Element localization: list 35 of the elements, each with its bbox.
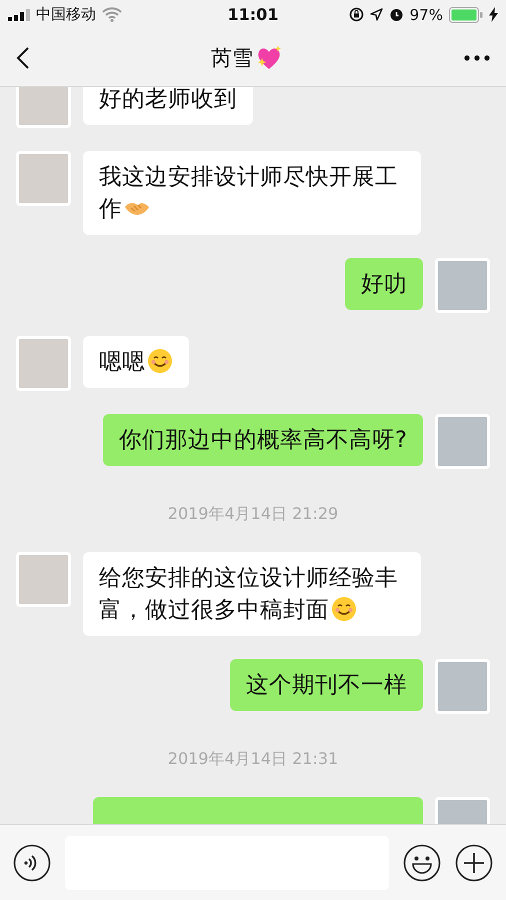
charging-bolt-icon	[488, 7, 498, 22]
wifi-icon	[102, 7, 122, 22]
add-button[interactable]	[455, 844, 493, 882]
message-bubble: 好叻	[345, 258, 423, 310]
rotation-lock-icon	[348, 7, 364, 22]
avatar-photo-placeholder[interactable]	[16, 552, 71, 607]
alarm-clock-icon	[388, 7, 404, 22]
voice-button[interactable]	[13, 844, 51, 882]
avatar-photo-placeholder[interactable]	[16, 87, 71, 128]
message-bubble: 你们那边中的概率高不高呀?	[103, 414, 423, 466]
avatar-photo-placeholder[interactable]	[435, 414, 490, 469]
chat-title: 芮雪	[211, 44, 253, 72]
sparkling-heart-icon	[255, 44, 283, 70]
avatar-photo-placeholder[interactable]	[16, 151, 71, 206]
smiling-face-icon	[331, 596, 357, 622]
avatar-photo-placeholder[interactable]	[435, 258, 490, 313]
avatar-photo-placeholder[interactable]	[16, 336, 71, 391]
battery-percent: 97%	[410, 6, 443, 24]
signal-icon	[8, 8, 30, 20]
clock-time: 11:01	[228, 5, 278, 24]
message-bubble: 好的老师收到	[83, 87, 253, 125]
message-bubble: 嗯嗯	[83, 336, 189, 388]
battery-icon	[448, 6, 483, 22]
message-bubble: 给您安排的这位设计师经验丰富，做过很多中稿封面	[83, 552, 421, 636]
message-bubble: 这个期刊不一样	[230, 659, 423, 711]
location-arrow-icon	[370, 8, 383, 21]
message-timestamp: 2019年4月14日 21:29	[166, 504, 340, 525]
message-bubble: 我这边安排设计师尽快开展工作	[83, 151, 421, 235]
avatar-photo-placeholder[interactable]	[435, 659, 490, 714]
more-icon[interactable]	[464, 54, 490, 60]
message-timestamp: 2019年4月14日 21:31	[166, 749, 340, 770]
carrier-name: 中国移动	[36, 5, 96, 24]
smiling-face-icon	[147, 348, 173, 374]
emoji-button[interactable]	[403, 844, 441, 882]
back-icon[interactable]	[16, 46, 30, 70]
